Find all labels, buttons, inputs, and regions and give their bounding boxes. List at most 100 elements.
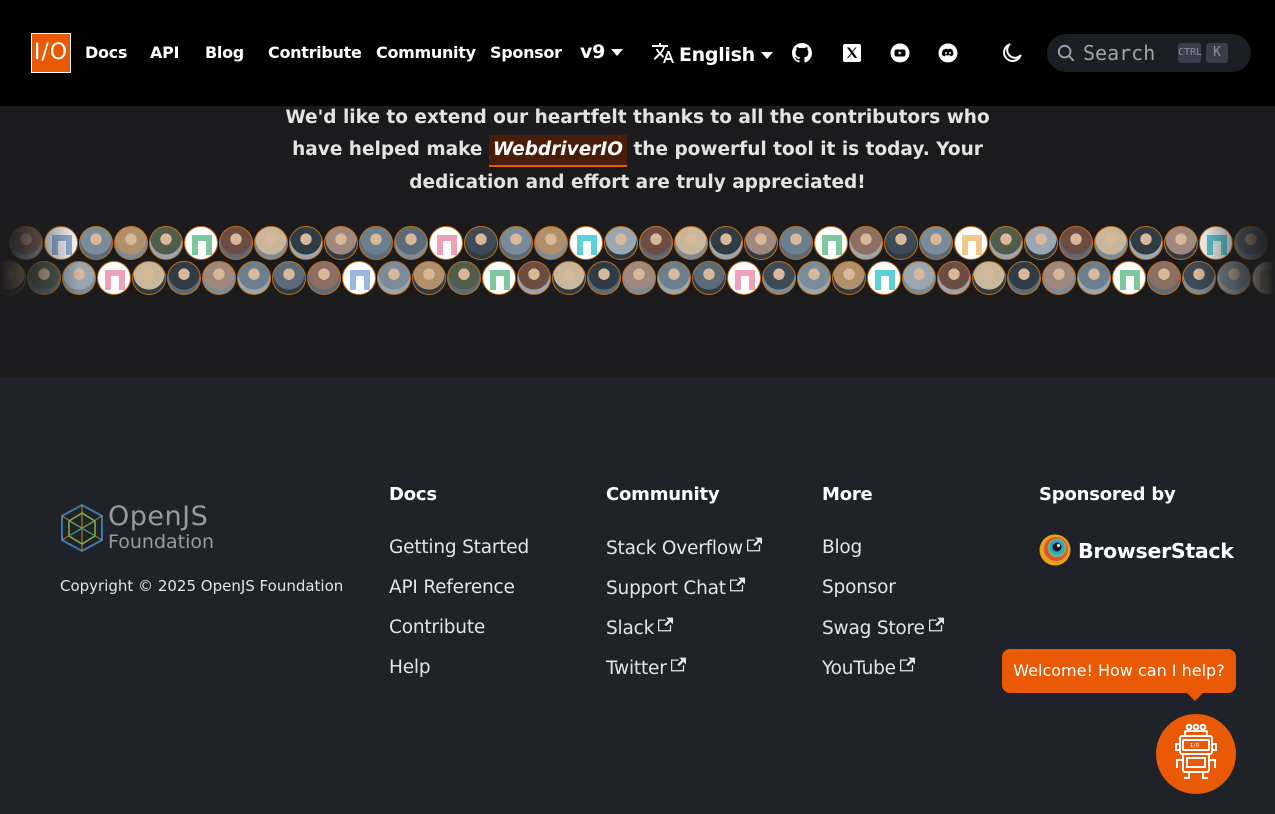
- contributor-avatar[interactable]: [762, 261, 796, 295]
- contributor-avatar[interactable]: [867, 261, 901, 295]
- search-box[interactable]: Search CTRL K: [1047, 34, 1251, 72]
- contributor-avatar[interactable]: [902, 261, 936, 295]
- contributor-avatar[interactable]: [219, 226, 253, 260]
- contributor-avatar[interactable]: [832, 261, 866, 295]
- footer-link-api-reference[interactable]: API Reference: [389, 577, 515, 598]
- chat-bot-button[interactable]: I/O: [1156, 714, 1236, 794]
- contributor-avatar[interactable]: [499, 226, 533, 260]
- contributor-avatar[interactable]: [604, 226, 638, 260]
- contributor-avatar[interactable]: [517, 261, 551, 295]
- contributor-avatar[interactable]: [1129, 226, 1163, 260]
- contributor-avatar[interactable]: [849, 226, 883, 260]
- contributor-avatar[interactable]: [1182, 261, 1216, 295]
- browserstack-sponsor-name[interactable]: BrowserStack: [1078, 539, 1234, 563]
- contributor-avatar[interactable]: [814, 226, 848, 260]
- contributor-avatar[interactable]: [307, 261, 341, 295]
- contributor-avatar[interactable]: [587, 261, 621, 295]
- contributor-avatar[interactable]: [1217, 261, 1251, 295]
- openjs-foundation-logo[interactable]: OpenJS Foundation: [60, 501, 220, 553]
- x-icon[interactable]: [842, 43, 862, 63]
- contributor-avatar[interactable]: [114, 226, 148, 260]
- contributor-avatar[interactable]: [132, 261, 166, 295]
- contributor-avatar[interactable]: [394, 226, 428, 260]
- contributor-avatar[interactable]: [464, 226, 498, 260]
- footer-link-support-chat[interactable]: Support Chat: [606, 577, 745, 599]
- language-dropdown[interactable]: English: [651, 41, 773, 66]
- nav-link-community[interactable]: Community: [376, 42, 476, 64]
- contributor-avatar[interactable]: [429, 226, 463, 260]
- contributor-avatar[interactable]: [657, 261, 691, 295]
- contributor-avatar[interactable]: [27, 261, 61, 295]
- footer-link-youtube[interactable]: YouTube: [822, 657, 915, 679]
- nav-link-docs[interactable]: Docs: [85, 42, 127, 64]
- nav-link-sponsor[interactable]: Sponsor: [490, 42, 562, 64]
- browserstack-logo-icon[interactable]: [1039, 534, 1071, 566]
- contributor-avatar[interactable]: [1059, 226, 1093, 260]
- contributor-avatar[interactable]: [447, 261, 481, 295]
- contributor-avatar[interactable]: [797, 261, 831, 295]
- contributor-avatar[interactable]: [184, 226, 218, 260]
- footer-link-slack[interactable]: Slack: [606, 617, 674, 639]
- footer-link-twitter[interactable]: Twitter: [606, 657, 686, 679]
- contributor-avatar[interactable]: [989, 226, 1023, 260]
- discord-icon[interactable]: [938, 43, 958, 63]
- footer-link-contribute[interactable]: Contribute: [389, 617, 485, 638]
- contributor-avatar[interactable]: [919, 226, 953, 260]
- contributor-avatar[interactable]: [884, 226, 918, 260]
- youtube-icon[interactable]: [890, 43, 910, 63]
- contributor-avatar[interactable]: [254, 226, 288, 260]
- contributor-avatar[interactable]: [482, 261, 516, 295]
- contributor-avatar[interactable]: [167, 261, 201, 295]
- contributor-avatar[interactable]: [744, 226, 778, 260]
- contributor-avatar[interactable]: [9, 226, 43, 260]
- contributor-avatar[interactable]: [954, 226, 988, 260]
- contributor-avatar[interactable]: [1164, 226, 1198, 260]
- nav-link-blog[interactable]: Blog: [205, 42, 244, 64]
- contributor-avatar[interactable]: [324, 226, 358, 260]
- footer-link-help[interactable]: Help: [389, 657, 431, 678]
- contributor-avatar[interactable]: [727, 261, 761, 295]
- nav-link-api[interactable]: API: [150, 42, 179, 64]
- webdriverio-logo[interactable]: I/O: [31, 33, 71, 73]
- contributor-avatar[interactable]: [972, 261, 1006, 295]
- contributor-avatar[interactable]: [674, 226, 708, 260]
- contributor-avatar[interactable]: [79, 226, 113, 260]
- footer-link-stack-overflow[interactable]: Stack Overflow: [606, 537, 762, 559]
- contributor-avatar[interactable]: [622, 261, 656, 295]
- contributor-avatar[interactable]: [692, 261, 726, 295]
- contributor-avatar[interactable]: [569, 226, 603, 260]
- contributor-avatar[interactable]: [1007, 261, 1041, 295]
- contributor-avatar[interactable]: [342, 261, 376, 295]
- contributor-avatar[interactable]: [97, 261, 131, 295]
- contributor-avatar[interactable]: [1112, 261, 1146, 295]
- contributor-avatar[interactable]: [1042, 261, 1076, 295]
- contributor-avatar[interactable]: [237, 261, 271, 295]
- contributor-avatar[interactable]: [1094, 226, 1128, 260]
- contributor-avatar[interactable]: [534, 226, 568, 260]
- contributor-avatar[interactable]: [552, 261, 586, 295]
- contributor-avatar[interactable]: [359, 226, 393, 260]
- moon-icon[interactable]: [1000, 41, 1024, 65]
- contributor-avatar[interactable]: [709, 226, 743, 260]
- contributor-avatar[interactable]: [1147, 261, 1181, 295]
- contributor-avatar[interactable]: [1024, 226, 1058, 260]
- footer-link-swag-store[interactable]: Swag Store: [822, 617, 944, 639]
- contributor-avatar[interactable]: [202, 261, 236, 295]
- contributor-avatar[interactable]: [149, 226, 183, 260]
- contributor-avatar[interactable]: [272, 261, 306, 295]
- contributor-avatar[interactable]: [44, 226, 78, 260]
- contributor-avatar[interactable]: [1077, 261, 1111, 295]
- contributor-avatar[interactable]: [62, 261, 96, 295]
- nav-link-contribute[interactable]: Contribute: [268, 42, 362, 64]
- contributor-avatar[interactable]: [1199, 226, 1233, 260]
- contributor-avatar[interactable]: [289, 226, 323, 260]
- contributor-avatar[interactable]: [0, 261, 26, 295]
- footer-link-blog[interactable]: Blog: [822, 537, 862, 558]
- contributor-avatar[interactable]: [412, 261, 446, 295]
- contributor-avatar[interactable]: [937, 261, 971, 295]
- footer-link-getting-started[interactable]: Getting Started: [389, 537, 529, 558]
- footer-link-sponsor[interactable]: Sponsor: [822, 577, 896, 598]
- chat-welcome-bubble[interactable]: Welcome! How can I help?: [1002, 649, 1236, 701]
- version-dropdown[interactable]: v9: [580, 41, 624, 63]
- contributor-avatar[interactable]: [779, 226, 813, 260]
